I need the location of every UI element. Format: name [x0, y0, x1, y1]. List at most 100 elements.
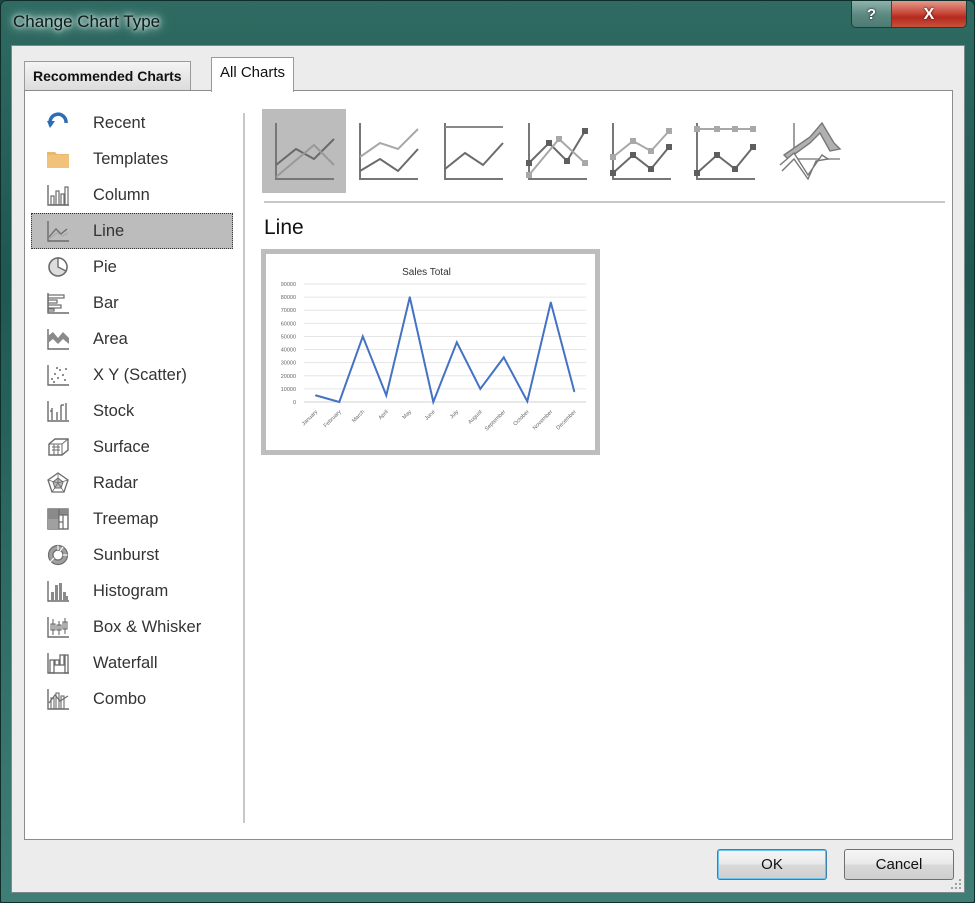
resize-grip-icon[interactable] — [950, 878, 962, 890]
sidebar-item-recent[interactable]: Recent — [25, 105, 235, 141]
data-point — [385, 394, 388, 397]
change-chart-type-dialog: Change Chart Type ? X Recommended Charts… — [0, 0, 975, 903]
x-tick-label: December — [555, 409, 577, 431]
chart-subtype-gallery — [262, 109, 952, 195]
y-tick-label: 30000 — [281, 361, 296, 367]
sidebar-item-label: Box & Whisker — [93, 617, 202, 636]
vertical-divider — [243, 113, 245, 823]
radar-chart-icon — [45, 471, 71, 495]
data-point — [526, 400, 529, 403]
x-tick-label: October — [513, 409, 531, 427]
waterfall-chart-icon — [45, 651, 71, 675]
tab-all-charts[interactable]: All Charts — [211, 57, 295, 92]
sidebar-item-pie[interactable]: Pie — [25, 249, 235, 285]
preview-heading: Line — [264, 216, 304, 239]
y-tick-label: 40000 — [281, 348, 296, 354]
sidebar-item-sunburst[interactable]: Sunburst — [25, 537, 235, 573]
close-button[interactable]: X — [892, 1, 966, 27]
sidebar-item-surface[interactable]: Surface — [25, 429, 235, 465]
sidebar-item-label: Recent — [93, 113, 146, 132]
x-tick-label: March — [351, 409, 366, 424]
y-tick-label: 50000 — [281, 334, 296, 340]
data-point — [549, 301, 552, 304]
stacked-line-subtype-icon — [354, 119, 422, 183]
y-tick-label: 10000 — [281, 387, 296, 393]
sidebar-item-line[interactable]: Line — [31, 213, 233, 249]
sidebar-item-column[interactable]: Column — [25, 177, 235, 213]
ok-button[interactable]: OK — [717, 849, 827, 880]
sidebar-item-histogram[interactable]: Histogram — [25, 573, 235, 609]
bar-chart-icon — [45, 291, 71, 315]
y-tick-label: 90000 — [281, 282, 296, 288]
y-tick-label: 70000 — [281, 308, 296, 314]
preview-chart: Sales Total 0 10000 20000 30000 40000 50000 600… — [281, 267, 586, 432]
chart-type-list: Recent Templates Column Line Pie Bar Area X Y (… — [25, 105, 235, 717]
pie-chart-icon — [45, 255, 71, 279]
data-point — [573, 390, 576, 393]
chart-preview[interactable]: Sales Total 0 10000 20000 30000 40000 50000 600… — [261, 249, 600, 455]
sidebar-item-treemap[interactable]: Treemap — [25, 501, 235, 537]
caption-buttons: ? X — [851, 1, 967, 28]
subtype-100-stacked-line-with-markers[interactable] — [683, 109, 767, 193]
x-tick-label: July — [449, 409, 460, 420]
sidebar-item-area[interactable]: Area — [25, 321, 235, 357]
data-point — [361, 335, 364, 338]
sidebar-item-combo[interactable]: Combo — [25, 681, 235, 717]
data-point — [455, 341, 458, 344]
sidebar-item-label: Bar — [93, 293, 119, 312]
y-tick-label: 0 — [293, 400, 296, 406]
surface-chart-icon — [45, 435, 71, 459]
sidebar-item-bar[interactable]: Bar — [25, 285, 235, 321]
stock-chart-icon — [45, 399, 71, 423]
sidebar-item-label: Surface — [93, 437, 150, 456]
sidebar-item-label: Combo — [93, 689, 147, 708]
combo-chart-icon — [45, 687, 71, 711]
y-tick-label: 60000 — [281, 321, 296, 327]
column-chart-icon — [45, 183, 71, 207]
3d-line-subtype-icon — [776, 119, 844, 183]
data-point — [338, 401, 341, 403]
subtype-line-with-markers[interactable] — [515, 109, 599, 193]
x-tick-label: November — [532, 409, 554, 431]
data-point — [502, 356, 505, 359]
recent-icon — [45, 111, 71, 135]
sidebar-item-box-whisker[interactable]: Box & Whisker — [25, 609, 235, 645]
folder-icon — [45, 147, 71, 171]
x-tick-label: January — [301, 409, 319, 427]
all-charts-panel: Recent Templates Column Line Pie Bar Area X Y (… — [24, 90, 953, 840]
sidebar-item-x-y-scatter[interactable]: X Y (Scatter) — [25, 357, 235, 393]
data-point — [408, 296, 411, 298]
sidebar-item-stock[interactable]: Stock — [25, 393, 235, 429]
help-icon: ? — [866, 6, 877, 23]
tab-recommended-charts[interactable]: Recommended Charts — [24, 61, 191, 90]
subtype-100-stacked-line[interactable] — [431, 109, 515, 193]
cancel-button[interactable]: Cancel — [844, 849, 954, 880]
subtype-line[interactable] — [262, 109, 346, 193]
title-bar[interactable]: Change Chart Type ? X — [1, 1, 975, 45]
sidebar-item-waterfall[interactable]: Waterfall — [25, 645, 235, 681]
data-point — [432, 401, 435, 403]
subtype-3d-line[interactable] — [768, 109, 852, 193]
treemap-chart-icon — [45, 507, 71, 531]
close-icon: X — [923, 5, 935, 23]
sidebar-item-templates[interactable]: Templates — [25, 141, 235, 177]
sidebar-item-label: Sunburst — [93, 545, 160, 564]
subtype-stacked-line-with-markers[interactable] — [599, 109, 683, 193]
100-stacked-line-markers-subtype-icon — [691, 119, 759, 183]
sidebar-item-label: Pie — [93, 257, 117, 276]
sidebar-item-label: Radar — [93, 473, 138, 492]
dialog-body: Recommended Charts All Charts Recent Temp… — [11, 45, 965, 893]
help-button[interactable]: ? — [852, 1, 892, 27]
y-tick-label: 20000 — [281, 374, 296, 380]
subtype-stacked-line[interactable] — [346, 109, 430, 193]
sidebar-item-label: Line — [93, 221, 125, 240]
data-point — [479, 388, 482, 390]
sidebar-item-label: Histogram — [93, 581, 169, 600]
sidebar-item-radar[interactable]: Radar — [25, 465, 235, 501]
chart-title: Sales Total — [402, 267, 451, 278]
sidebar-item-label: Area — [93, 329, 128, 348]
x-tick-label: June — [424, 409, 437, 422]
x-tick-label: September — [484, 409, 507, 432]
100-stacked-line-subtype-icon — [439, 119, 507, 183]
line-markers-subtype-icon — [523, 119, 591, 183]
